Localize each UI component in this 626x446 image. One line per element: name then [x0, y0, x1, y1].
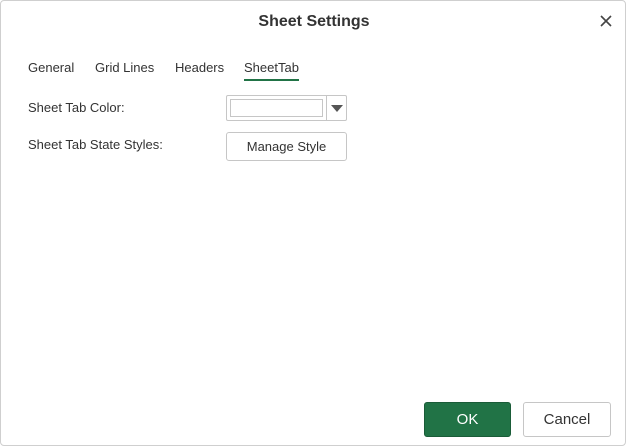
tab-sheettab[interactable]: SheetTab [244, 59, 299, 81]
sheet-tab-color-picker[interactable] [226, 95, 347, 121]
tab-grid-lines[interactable]: Grid Lines [95, 59, 154, 81]
close-icon [600, 15, 612, 27]
cancel-button[interactable]: Cancel [523, 402, 611, 437]
color-dropdown-button[interactable] [327, 96, 347, 120]
dialog-title: Sheet Settings [258, 13, 370, 30]
tab-general[interactable]: General [28, 59, 74, 81]
close-button[interactable] [595, 10, 617, 32]
sheet-settings-dialog: Sheet Settings General Grid Lines Header… [0, 0, 626, 446]
color-swatch [230, 99, 323, 117]
manage-style-button[interactable]: Manage Style [226, 132, 347, 161]
ok-button[interactable]: OK [424, 402, 511, 437]
sheet-tab-color-label: Sheet Tab Color: [28, 100, 125, 115]
sheet-tab-state-styles-label: Sheet Tab State Styles: [28, 137, 163, 152]
tab-headers[interactable]: Headers [175, 59, 224, 81]
triangle-down-icon [331, 104, 343, 112]
